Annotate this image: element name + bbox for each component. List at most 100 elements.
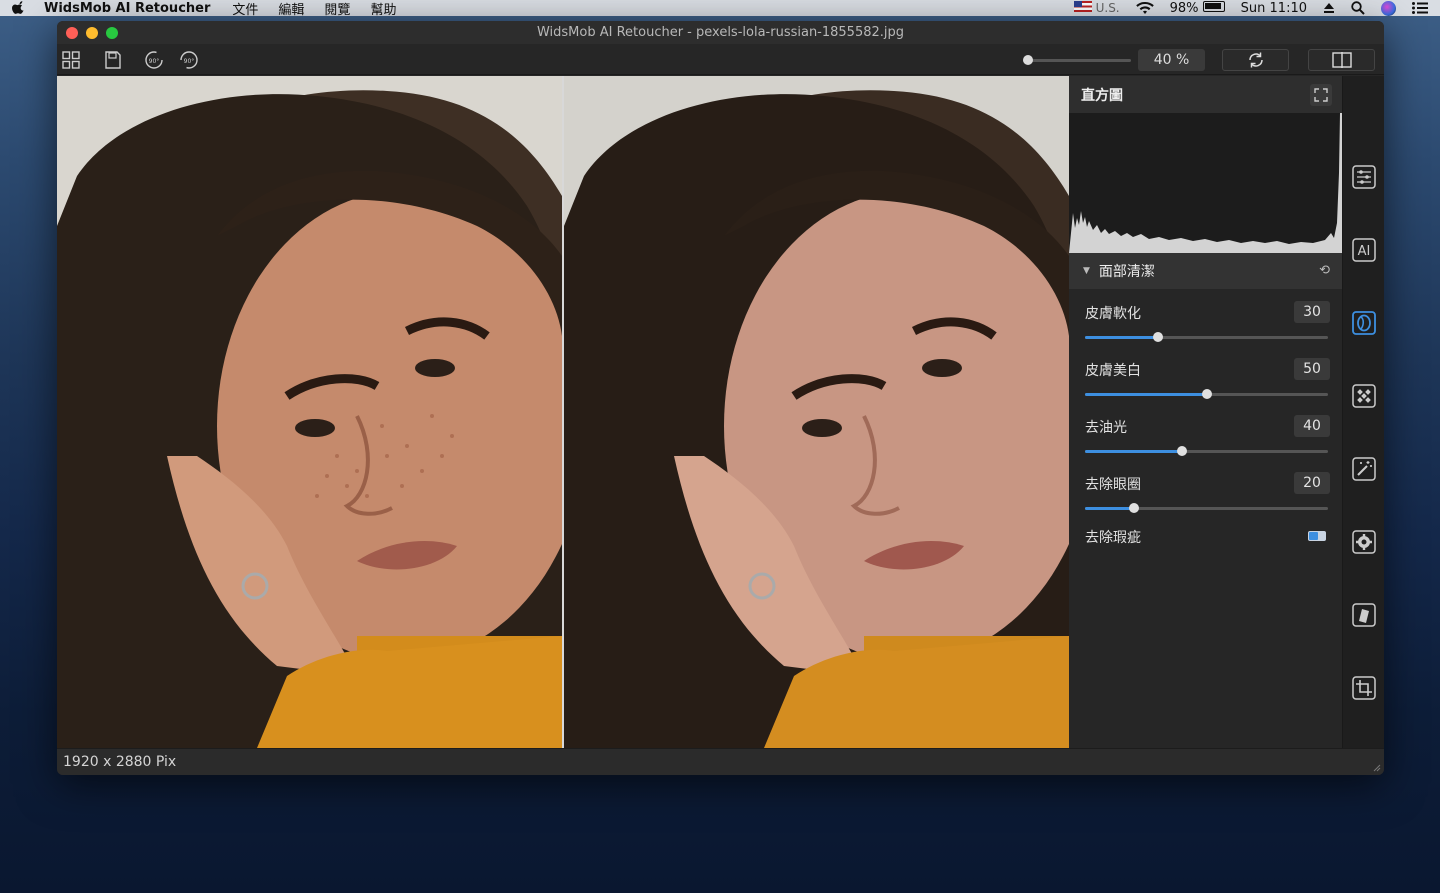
collapse-triangle-icon[interactable]: ▼ <box>1083 266 1090 276</box>
histogram-header: 直方圖 <box>1069 76 1342 113</box>
save-icon <box>105 51 121 69</box>
adjustment-panel: 直方圖 ▼ 面部清潔 ⟲ 皮膚軟化 30 皮膚美白 50 去油光 40 去除眼圈… <box>1069 76 1342 748</box>
us-flag-icon <box>1073 0 1092 12</box>
rail-crop-button[interactable] <box>1351 675 1377 701</box>
status-bar: 1920 x 2880 Pix <box>57 748 1384 775</box>
toggle-remove-blemish-row: 去除瑕疵 <box>1069 517 1342 557</box>
before-image[interactable] <box>57 76 562 748</box>
grid-icon <box>62 51 80 69</box>
zoom-slider-knob[interactable] <box>1023 55 1034 65</box>
slider-label: 去油光 <box>1085 420 1127 436</box>
adjust-icon <box>1352 165 1376 189</box>
apple-icon[interactable] <box>12 1 26 15</box>
slider-knob[interactable] <box>1201 389 1212 399</box>
expand-histogram-button[interactable] <box>1310 84 1332 106</box>
slider-remove-dark-circles: 去除眼圈 20 <box>1069 460 1342 517</box>
rotate-right-label: 90° <box>184 58 195 65</box>
section-title: 面部清潔 <box>1098 264 1155 280</box>
slider-knob[interactable] <box>1128 503 1139 513</box>
compare-view-button[interactable] <box>1308 49 1375 71</box>
rail-adjust-button[interactable] <box>1351 164 1377 190</box>
pattern-icon <box>1352 384 1376 408</box>
crop-icon <box>1352 676 1376 700</box>
minimize-window-button[interactable] <box>86 27 98 39</box>
input-source[interactable]: U.S. <box>1073 0 1120 16</box>
fullscreen-icon <box>1314 88 1328 102</box>
slider-value-field[interactable]: 30 <box>1294 301 1330 323</box>
slider-label: 皮膚軟化 <box>1085 306 1141 322</box>
close-window-button[interactable] <box>66 27 78 39</box>
after-image[interactable] <box>564 76 1069 748</box>
rail-settings-button[interactable] <box>1351 529 1377 555</box>
after-portrait-illustration <box>564 76 1069 748</box>
menu-edit[interactable]: 編輯 <box>278 0 304 18</box>
app-menu[interactable]: WidsMob AI Retoucher <box>44 1 210 16</box>
slider-label: 去除眼圈 <box>1085 477 1141 493</box>
rotate-left-button[interactable]: 90° <box>143 49 165 71</box>
toggle-label: 去除瑕疵 <box>1085 530 1141 546</box>
image-dimensions: 1920 x 2880 Pix <box>63 754 177 770</box>
layers-icon <box>1352 603 1376 627</box>
slider-skin-whiten: 皮膚美白 50 <box>1069 346 1342 403</box>
rotate-right-button[interactable]: 90° <box>178 49 200 71</box>
spotlight-icon[interactable] <box>1351 1 1365 15</box>
menu-file[interactable]: 文件 <box>232 0 258 18</box>
menu-help[interactable]: 幫助 <box>370 0 396 18</box>
menu-view[interactable]: 閱覽 <box>324 0 350 18</box>
slider-track[interactable] <box>1085 446 1328 456</box>
histogram-chart <box>1069 113 1342 253</box>
zoom-slider-track[interactable] <box>1023 59 1131 62</box>
battery-icon <box>1202 0 1225 12</box>
rotate-left-label: 90° <box>149 58 160 65</box>
slider-value-field[interactable]: 50 <box>1294 358 1330 380</box>
histogram <box>1069 113 1342 253</box>
menu-bar: WidsMob AI Retoucher 文件 編輯 閱覽 幫助 U.S. 98… <box>0 0 1440 18</box>
before-portrait-illustration <box>57 76 562 748</box>
clock[interactable]: Sun 11:10 <box>1241 1 1307 16</box>
face-icon <box>1352 311 1376 335</box>
tool-rail: AI <box>1342 76 1384 748</box>
rail-face-button[interactable] <box>1351 310 1377 336</box>
slider-knob[interactable] <box>1152 332 1163 342</box>
notification-center-icon[interactable] <box>1412 2 1428 14</box>
ai-icon: AI <box>1352 238 1376 262</box>
grid-view-button[interactable] <box>60 49 82 71</box>
siri-icon[interactable] <box>1381 0 1396 16</box>
slider-value-field[interactable]: 40 <box>1294 415 1330 437</box>
slider-track[interactable] <box>1085 389 1328 399</box>
reset-section-icon[interactable]: ⟲ <box>1319 263 1330 278</box>
reset-view-button[interactable] <box>1222 49 1289 71</box>
rail-layers-button[interactable] <box>1351 602 1377 628</box>
split-view-icon <box>1331 52 1352 68</box>
title-bar[interactable]: WidsMob AI Retoucher - pexels-lola-russi… <box>57 21 1384 44</box>
slider-skin-soften: 皮膚軟化 30 <box>1069 289 1342 346</box>
eject-icon[interactable] <box>1323 2 1335 14</box>
resize-grip-icon[interactable] <box>1371 762 1381 772</box>
rail-magic-wand-button[interactable] <box>1351 456 1377 482</box>
slider-fill <box>1085 336 1158 339</box>
rail-pattern-button[interactable] <box>1351 383 1377 409</box>
svg-text:AI: AI <box>1358 244 1371 259</box>
slider-track[interactable] <box>1085 332 1328 342</box>
slider-value-field[interactable]: 20 <box>1294 472 1330 494</box>
zoom-value-field[interactable]: 40 % <box>1138 49 1205 71</box>
slider-track[interactable] <box>1085 503 1328 513</box>
app-window: WidsMob AI Retoucher - pexels-lola-russi… <box>57 21 1384 775</box>
maximize-window-button[interactable] <box>106 27 118 39</box>
face-cleanse-section-header[interactable]: ▼ 面部清潔 ⟲ <box>1069 253 1342 289</box>
gear-icon <box>1352 530 1376 554</box>
remove-blemish-toggle[interactable] <box>1308 531 1326 541</box>
rotate-left-icon: 90° <box>145 51 163 69</box>
battery-status[interactable]: 98% <box>1170 0 1225 16</box>
slider-label: 皮膚美白 <box>1085 363 1141 379</box>
save-button[interactable] <box>102 49 124 71</box>
slider-fill <box>1085 450 1183 453</box>
rotate-right-icon: 90° <box>180 51 198 69</box>
wifi-icon[interactable] <box>1135 1 1154 15</box>
magic-wand-icon <box>1352 457 1376 481</box>
slider-knob[interactable] <box>1177 446 1188 456</box>
slider-fill <box>1085 507 1134 510</box>
slider-fill <box>1085 393 1207 396</box>
refresh-icon <box>1248 52 1263 68</box>
rail-ai-button[interactable]: AI <box>1351 237 1377 263</box>
